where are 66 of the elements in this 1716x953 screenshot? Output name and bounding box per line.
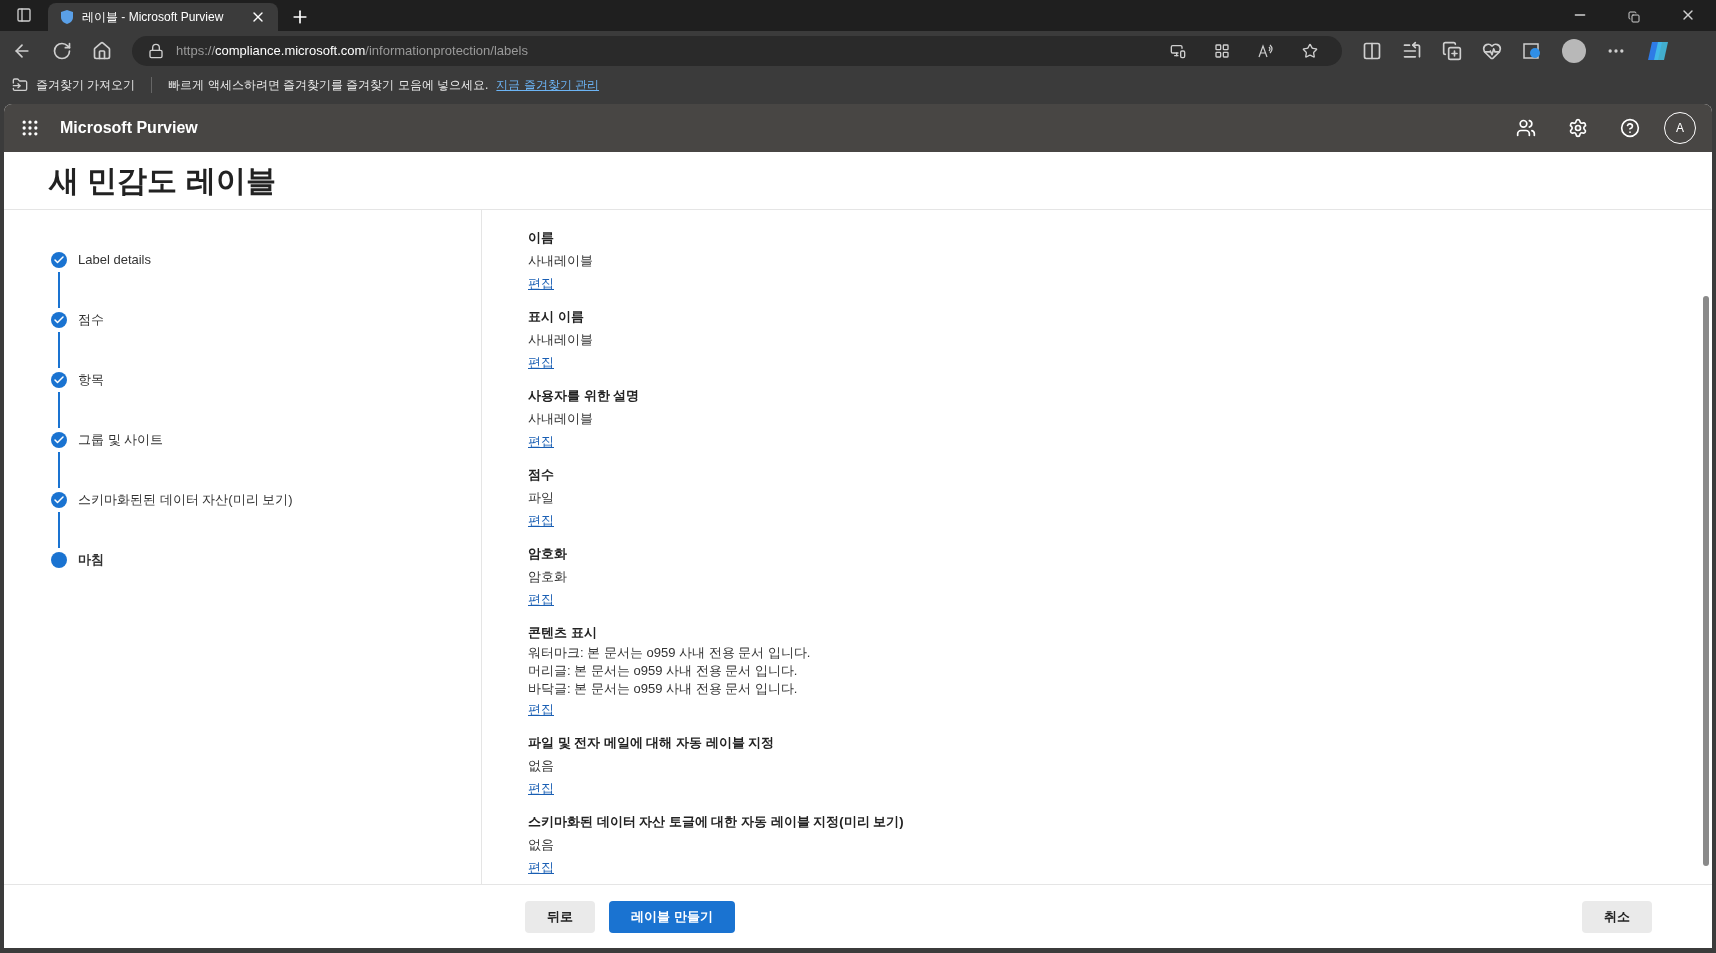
url-text: https://compliance.microsoft.com/informationprotection/labels [176,41,529,60]
cancel-button[interactable]: 취소 [1582,900,1652,933]
create-label-button[interactable]: 레이블 만들기 [609,900,735,933]
health-icon[interactable] [1482,40,1502,61]
import-folder-icon [12,77,28,93]
edit-link[interactable]: 편집 [528,698,554,721]
shield-icon [60,9,74,25]
device-icon[interactable] [1170,42,1186,59]
section-heading: 사용자를 위한 설명 [528,387,641,405]
favorite-star-icon[interactable] [1302,42,1318,59]
manage-favorites-link[interactable]: 지금 즐겨찾기 관리 [496,76,600,94]
section-heading: 스키마화된 데이터 자산 토글에 대한 자동 레이블 지정(미리 보기) [528,813,905,831]
split-screen-icon[interactable] [1362,40,1382,61]
edit-link[interactable]: 편집 [528,588,554,611]
section-value: 사내레이블 [528,252,594,270]
step-label[interactable]: Label details [78,250,151,270]
app-title: Microsoft Purview [60,118,198,138]
restore-icon[interactable] [1628,11,1640,23]
section-value: 없음 [528,757,555,775]
section-value: 파일 [528,489,555,507]
profile-avatar[interactable] [1562,38,1586,63]
section-value: 암호화 [528,568,568,586]
section-heading: 표시 이름 [528,308,585,326]
step-label[interactable]: 스키마화된된 데이터 자산(미리 보기) [78,490,293,510]
section-value: 없음 [528,836,555,854]
step-label[interactable]: 마침 [78,550,104,570]
apps-icon[interactable] [1214,42,1230,59]
address-bar[interactable]: https://compliance.microsoft.com/informationprotection/labels [132,35,1342,66]
favorites-icon[interactable] [1402,40,1422,61]
home-icon[interactable] [92,40,112,61]
step-label[interactable]: 항목 [78,370,104,390]
favorites-hint: 빠르게 액세스하려면 즐겨찾기를 즐겨찾기 모음에 넣으세요. [168,77,489,94]
read-aloud-icon[interactable] [1258,42,1274,59]
browser-tab[interactable]: 레이블 - Microsoft Purview [48,3,278,31]
edit-link[interactable]: 편집 [528,509,554,532]
section-value: 사내레이블 [528,410,594,428]
section-value: 워터마크: 본 문서는 o959 사내 전용 문서 입니다. [528,644,812,662]
tab-title: 레이블 - Microsoft Purview [82,9,225,26]
section-value: 머리글: 본 문서는 o959 사내 전용 문서 입니다. [528,662,799,680]
section-heading: 암호화 [528,545,568,563]
back-button[interactable]: 뒤로 [525,900,595,933]
section-heading: 파일 및 전자 메일에 대해 자동 레이블 지정 [528,734,776,752]
import-favorites-link[interactable]: 즐겨찾기 가져오기 [36,76,136,94]
refresh-icon[interactable] [52,40,72,61]
lock-icon [148,42,164,59]
community-icon[interactable] [1516,118,1536,138]
collections-icon[interactable] [1442,40,1462,61]
step-label[interactable]: 점수 [78,310,104,330]
page-title: 새 민감도 레이블 [49,163,276,199]
section-value: 바닥글: 본 문서는 o959 사내 전용 문서 입니다. [528,680,799,698]
section-value: 사내레이블 [528,331,594,349]
settings-icon[interactable] [1568,118,1588,138]
section-heading: 점수 [528,466,555,484]
section-heading: 콘텐츠 표시 [528,624,598,642]
edit-link[interactable]: 편집 [528,856,554,879]
step-label[interactable]: 그룹 및 사이트 [78,430,164,450]
app-launcher-icon[interactable] [20,118,40,138]
edit-link[interactable]: 편집 [528,777,554,800]
edit-link[interactable]: 편집 [528,351,554,374]
copilot-icon[interactable] [1646,39,1670,62]
edit-link[interactable]: 편집 [528,272,554,295]
tab-actions-icon[interactable] [16,7,32,23]
edit-link[interactable]: 편집 [528,430,554,453]
explorer-icon[interactable] [1522,40,1542,61]
section-heading: 이름 [528,229,555,247]
help-icon[interactable] [1620,118,1640,138]
